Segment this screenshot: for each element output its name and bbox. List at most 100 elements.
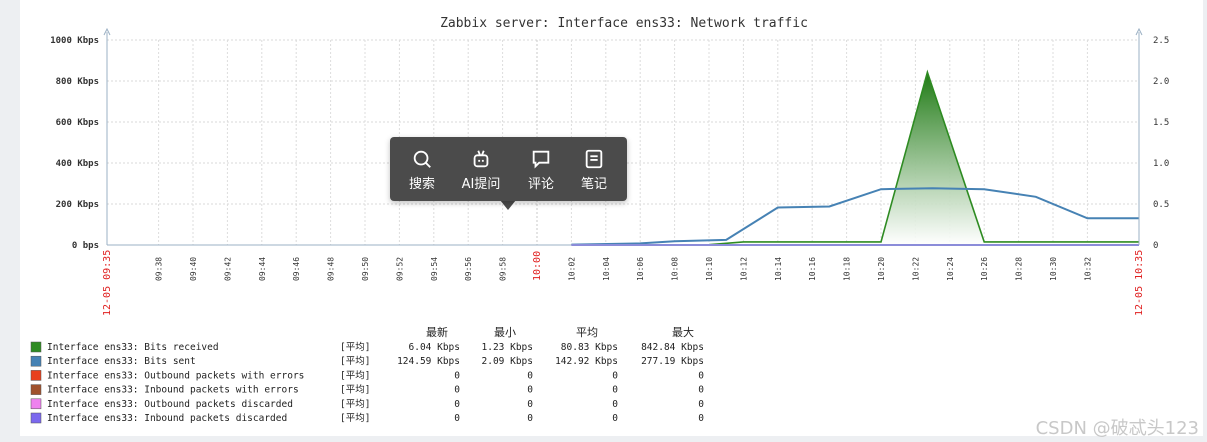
legend-value: 0 (454, 385, 460, 396)
left-tick-label: 200 Kbps (56, 200, 99, 210)
x-tick-label: 10:22 (911, 257, 920, 281)
x-tick-label: 10:04 (602, 257, 611, 281)
legend-value: 0 (527, 399, 533, 410)
note-label: 笔记 (580, 177, 607, 192)
x-tick-label: 09:42 (223, 257, 232, 281)
ai-ask-label: AI提问 (461, 177, 501, 192)
x-tick-label: 10:14 (774, 257, 783, 281)
left-tick-label: 400 Kbps (56, 159, 99, 169)
legend-swatch (30, 412, 42, 424)
right-tick-label: 0 (1153, 241, 1158, 251)
legend-series-name: Interface ens33: Inbound packets discard… (47, 413, 287, 424)
legend-func: [平均] (340, 384, 370, 396)
legend-value: 1.23 Kbps (482, 342, 533, 353)
legend-layer: 最新 最小 平均 最大 Interface ens33: Bits received [平… (30, 325, 704, 424)
x-tick-label: 09:50 (361, 257, 370, 281)
x-tick-label: 09:48 (327, 257, 336, 281)
left-tick-label: 0 bps (72, 241, 99, 251)
legend-value: 0 (454, 399, 460, 410)
x-tick-label: 10:08 (671, 257, 680, 281)
comment-label: 评论 (527, 177, 554, 192)
x-tick-label: 10:30 (1049, 257, 1058, 281)
legend-value: 0 (527, 370, 533, 381)
comment-button[interactable]: 评论 (513, 148, 569, 192)
x-tick-label: 10:02 (567, 257, 576, 281)
x-tick-label: 10:00 (532, 251, 543, 281)
left-tick-label: 1000 Kbps (50, 36, 99, 46)
watermark: CSDN @破忒头123 (1035, 418, 1199, 439)
legend-value: 124.59 Kbps (397, 356, 460, 367)
right-tick-label: 0.5 (1153, 200, 1169, 210)
legend-swatch (30, 341, 42, 353)
robot-icon (473, 150, 489, 168)
selection-toolbar: 搜索 AI提问 评论 笔记 (390, 137, 627, 201)
x-tick-label: 10:28 (1015, 257, 1024, 281)
x-tick-label: 09:56 (464, 257, 473, 281)
x-tick-label: 09:52 (395, 257, 404, 281)
x-tick-label: 09:38 (155, 257, 164, 281)
legend-value: 0 (612, 399, 618, 410)
x-tick-label: 09:58 (499, 257, 508, 281)
legend-value: 0 (527, 413, 533, 424)
legend-value: 0 (698, 385, 704, 396)
legend-value: 0 (527, 385, 533, 396)
legend-value: 142.92 Kbps (555, 356, 618, 367)
legend-value: 80.83 Kbps (561, 342, 618, 353)
legend-value: 0 (698, 413, 704, 424)
x-tick-label: 10:06 (636, 257, 645, 281)
chart-title: Zabbix server: Interface ens33: Network … (440, 16, 808, 31)
right-tick-label: 1.5 (1153, 118, 1169, 128)
toolbar-pointer (500, 200, 516, 210)
series-line-0 (571, 69, 1139, 246)
legend-value: 0 (454, 413, 460, 424)
right-tick-label: 1.0 (1153, 159, 1169, 169)
legend-func: [平均] (340, 355, 370, 367)
legend-column-header: 最新 (426, 325, 448, 339)
x-tick-label: 12-05 09:35 (102, 250, 113, 316)
legend-series-name: Interface ens33: Bits sent (47, 356, 196, 367)
series-layer (571, 69, 1139, 246)
legend-column-header: 最小 (494, 326, 516, 339)
x-tick-label: 10:10 (705, 257, 714, 281)
network-traffic-chart: Zabbix server: Interface ens33: Network … (30, 16, 1169, 424)
legend-func: [平均] (340, 412, 370, 424)
x-tick-label: 10:32 (1083, 257, 1092, 281)
legend-column-header: 最大 (672, 325, 694, 339)
x-tick-label: 09:46 (292, 257, 301, 281)
ai-ask-button[interactable]: AI提问 (453, 148, 509, 192)
x-tick-label: 09:40 (189, 257, 198, 281)
x-tick-label: 10:24 (946, 257, 955, 281)
legend-func: [平均] (340, 369, 370, 381)
right-tick-label: 2.0 (1153, 77, 1169, 87)
legend-value: 277.19 Kbps (641, 356, 704, 367)
comment-icon (532, 150, 550, 169)
series-line-1 (571, 187, 1139, 246)
series-area-0 (571, 72, 1139, 245)
left-tick-label: 600 Kbps (56, 118, 99, 128)
legend-swatch (30, 384, 42, 395)
x-tick-label: 09:44 (258, 257, 267, 281)
legend-func: [平均] (340, 398, 370, 410)
legend-series-name: Interface ens33: Outbound packets discar… (47, 399, 293, 410)
legend-value: 0 (454, 370, 460, 381)
legend-value: 6.04 Kbps (409, 342, 460, 353)
legend-value: 0 (612, 385, 618, 396)
x-tick-label: 10:20 (877, 257, 886, 281)
note-button[interactable]: 笔记 (566, 148, 622, 192)
legend-value: 0 (612, 413, 618, 424)
x-tick-label: 10:16 (808, 257, 817, 281)
legend-func: [平均] (340, 341, 370, 353)
left-tick-label: 800 Kbps (56, 77, 99, 87)
x-tick-label: 10:12 (739, 257, 748, 281)
legend-column-header: 平均 (576, 326, 598, 339)
search-label: 搜索 (408, 177, 435, 192)
search-button[interactable]: 搜索 (394, 148, 450, 192)
search-icon (413, 150, 431, 168)
legend-swatch (30, 370, 42, 381)
legend-swatch (30, 398, 42, 410)
x-tick-label: 10:18 (843, 257, 852, 281)
x-tick-label: 10:26 (980, 257, 989, 281)
legend-series-name: Interface ens33: Outbound packets with e… (47, 370, 304, 381)
legend-series-name: Interface ens33: Bits received (47, 342, 219, 353)
right-tick-label: 2.5 (1153, 36, 1169, 46)
